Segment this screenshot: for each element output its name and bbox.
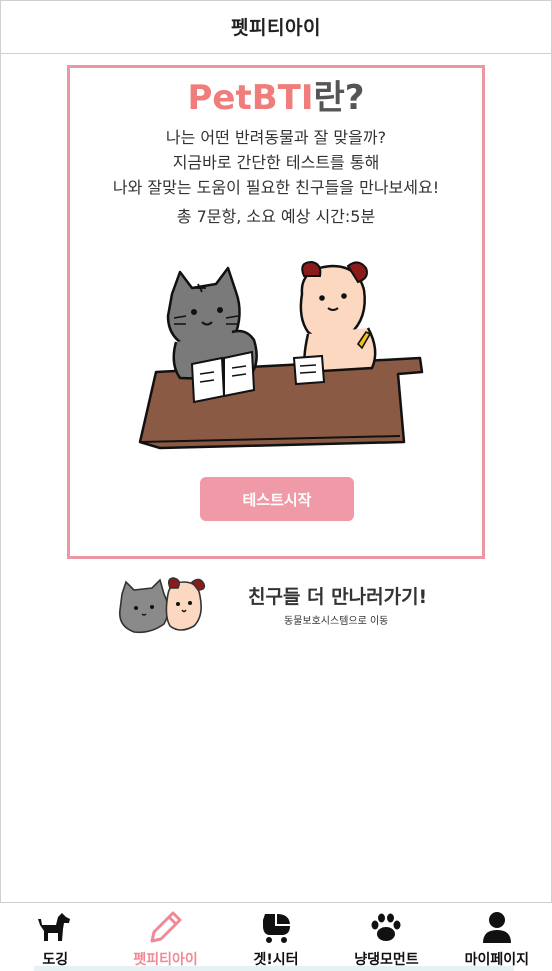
- cat-dog-studying-illustration: [138, 260, 424, 450]
- shelter-link-banner[interactable]: 친구들 더 만나러가기! 동물보호시스템으로 이동: [112, 572, 452, 636]
- test-info-line: 총 7문항, 소요 예상 시간:5분: [176, 207, 376, 226]
- nav-item-getsitter[interactable]: 겟!시터: [221, 903, 331, 971]
- card-title-rest: 란?: [313, 78, 365, 118]
- description-line: 지금바로 간단한 테스트를 통해: [172, 153, 380, 172]
- cat-dog-faces-illustration: [118, 577, 206, 634]
- description-line: 나와 잘맞는 도움이 필요한 친구들을 만나보세요!: [112, 178, 440, 197]
- stroller-icon: [258, 909, 294, 945]
- bottom-navigation: 도깅 펫피티아이 겟!시터 냥댕모먼트 마이페이지: [0, 902, 552, 971]
- paw-icon: [368, 909, 404, 945]
- bottom-strip: [34, 966, 514, 971]
- start-test-button[interactable]: 테스트시작: [200, 477, 354, 521]
- user-icon: [479, 909, 515, 945]
- pencil-icon: [148, 909, 184, 945]
- nav-item-petbti[interactable]: 펫피티아이: [110, 903, 220, 971]
- page-title: 펫피티아이: [231, 17, 321, 39]
- petbti-intro-card: PetBTI란? 나는 어떤 반려동물과 잘 맞을까? 지금바로 간단한 테스트…: [67, 65, 485, 559]
- card-title-accent: PetBTI: [187, 78, 314, 118]
- app-header: 펫피티아이: [0, 0, 552, 54]
- nav-item-doging[interactable]: 도깅: [0, 903, 110, 971]
- promo-subtitle: 동물보호시스템으로 이동: [284, 616, 389, 627]
- card-title: PetBTI란?: [70, 76, 482, 120]
- dog-icon: [37, 909, 73, 945]
- nav-item-mypage[interactable]: 마이페이지: [442, 903, 552, 971]
- description-line: 나는 어떤 반려동물과 잘 맞을까?: [165, 128, 387, 147]
- promo-title: 친구들 더 만나러가기!: [248, 586, 428, 608]
- nav-item-moment[interactable]: 냥댕모먼트: [331, 903, 441, 971]
